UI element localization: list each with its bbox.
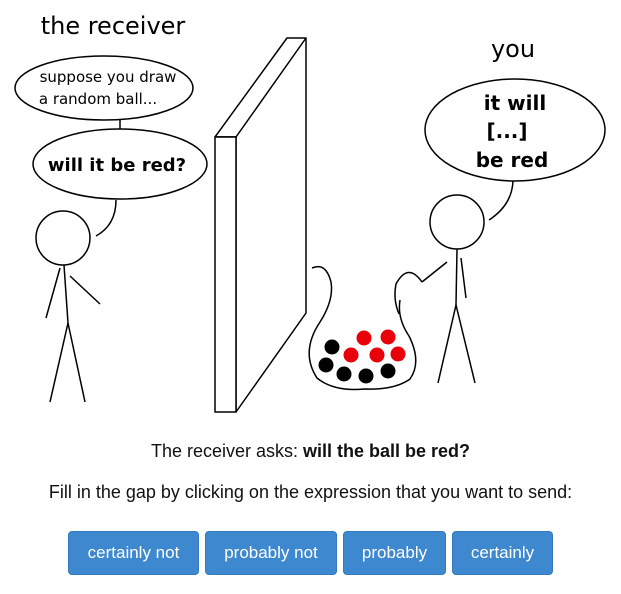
probably-not-button[interactable]: probably not	[205, 531, 337, 575]
you-stick-figure	[421, 194, 485, 384]
receiver-bubble-1-line-2: a random ball...	[39, 90, 157, 108]
you-bubble-line-1: it will	[484, 91, 546, 115]
instruction-text: Fill in the gap by clicking on the expre…	[48, 482, 573, 502]
ball-urn	[308, 265, 417, 391]
receiver-speech-bubble-1: suppose you draw a random ball...	[14, 55, 194, 121]
certainly-button[interactable]: certainly	[452, 531, 553, 575]
you-bubble-line-3: be red	[476, 148, 549, 172]
receiver-speech-bubble-2: will it be red?	[32, 128, 208, 200]
ball-red	[343, 347, 359, 363]
receiver-bubble-2-text: will it be red?	[48, 155, 186, 176]
ball-black	[336, 366, 352, 382]
probably-button[interactable]: probably	[343, 531, 446, 575]
receiver-stick-figure	[35, 210, 101, 403]
ball-black	[358, 368, 374, 384]
ball-red	[390, 346, 406, 362]
receiver-label: the receiver	[41, 12, 186, 40]
ball-red	[356, 330, 372, 346]
receiver-bubble-1-line-1: suppose you draw	[40, 68, 177, 86]
you-bubble-gap: [...]	[486, 119, 527, 143]
scene-illustration: the receiver suppose you draw a random b…	[14, 12, 606, 413]
question-prefix: The receiver asks:	[150, 441, 304, 461]
ball-black	[324, 339, 340, 355]
ball-black	[380, 363, 396, 379]
question-emphasis: will the ball be red?	[303, 441, 471, 461]
expression-button-row: certainly not probably not probably cert…	[0, 531, 621, 577]
question-text: The receiver asks: will the ball be red?	[0, 441, 621, 462]
ball-red	[369, 347, 385, 363]
you-label: you	[491, 35, 535, 63]
ball-red	[380, 329, 396, 345]
wall-divider	[214, 37, 307, 413]
ball-black	[318, 357, 334, 373]
you-speech-bubble: it will [...] be red	[424, 78, 606, 182]
certainly-not-button[interactable]: certainly not	[68, 531, 199, 575]
